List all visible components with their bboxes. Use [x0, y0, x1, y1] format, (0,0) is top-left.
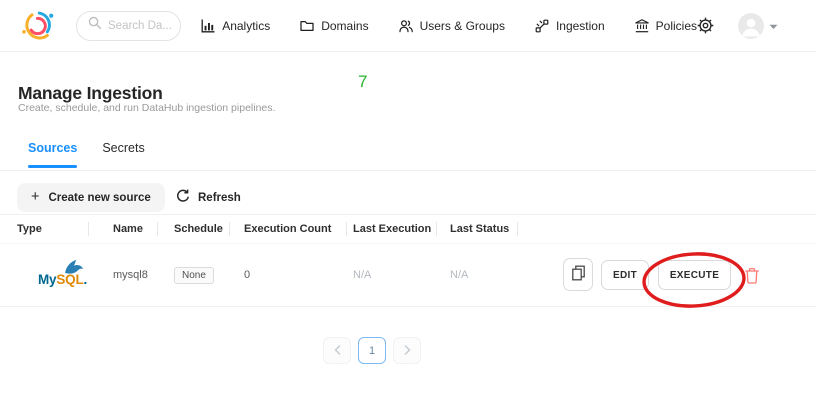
refresh-icon	[176, 189, 190, 206]
folder-icon	[300, 19, 314, 33]
search-icon	[88, 16, 102, 35]
mysql-logo: MySQL.	[38, 272, 96, 287]
pagination-next-button[interactable]	[393, 337, 421, 364]
search-bar[interactable]	[76, 11, 181, 41]
nav-item-analytics[interactable]: Analytics	[201, 19, 270, 33]
nav-item-policies[interactable]: Policies	[635, 19, 697, 33]
pagination-page-1[interactable]: 1	[358, 337, 386, 364]
settings-gear-icon[interactable]	[697, 17, 714, 34]
create-new-source-label: Create new source	[48, 192, 150, 204]
chevron-down-icon	[769, 17, 778, 35]
user-account-menu[interactable]	[738, 13, 778, 39]
column-header-last-status: Last Status	[437, 221, 518, 237]
refresh-button[interactable]: Refresh	[170, 183, 247, 212]
cell-name: mysql8	[89, 269, 158, 281]
bank-icon	[635, 19, 649, 33]
copy-icon	[571, 265, 586, 284]
mysql-dolphin-icon	[63, 258, 88, 278]
schedule-badge: None	[174, 267, 214, 284]
execute-button[interactable]: EXECUTE	[658, 260, 731, 290]
nav-item-domains[interactable]: Domains	[300, 19, 368, 33]
cell-last-execution: N/A	[347, 269, 437, 281]
column-header-last-execution: Last Execution	[347, 221, 437, 237]
pagination-prev-button[interactable]	[323, 337, 351, 364]
nav-label: Ingestion	[556, 19, 605, 33]
delete-trash-icon[interactable]	[744, 267, 760, 284]
tab-sources[interactable]: Sources	[28, 141, 77, 168]
column-header-schedule: Schedule	[158, 221, 230, 237]
page-title: Manage Ingestion	[18, 83, 163, 104]
table-row: MySQL. mysql8 None 0 N/A N/A EDIT EXECUT…	[0, 243, 816, 307]
cell-type: MySQL.	[0, 263, 89, 287]
team-icon	[399, 19, 413, 33]
column-header-name: Name	[89, 221, 158, 237]
refresh-label: Refresh	[198, 192, 241, 204]
copy-urn-button[interactable]	[563, 258, 593, 291]
chevron-right-icon	[404, 342, 411, 360]
bar-chart-icon	[201, 19, 215, 33]
main-navigation: Analytics Domains Users	[201, 19, 697, 33]
search-input[interactable]	[108, 20, 174, 32]
api-icon	[535, 19, 549, 33]
nav-label: Users & Groups	[420, 19, 505, 33]
datahub-logo-icon[interactable]	[18, 7, 56, 45]
annotation-step-number: 7	[358, 72, 367, 92]
cell-schedule: None	[158, 267, 230, 284]
user-avatar	[738, 13, 764, 39]
cell-last-status: N/A	[437, 269, 518, 281]
datahub-manage-ingestion-page: Analytics Domains Users	[0, 0, 816, 407]
tab-secrets[interactable]: Secrets	[102, 141, 144, 168]
pagination: 1	[323, 337, 421, 364]
nav-label: Analytics	[222, 19, 270, 33]
chevron-left-icon	[334, 342, 341, 360]
tabs-divider	[0, 170, 816, 171]
top-navbar: Analytics Domains Users	[0, 0, 816, 52]
create-new-source-button[interactable]: + Create new source	[17, 183, 165, 212]
column-header-type: Type	[0, 221, 89, 237]
table-header-row: Type Name Schedule Execution Count Last …	[0, 215, 816, 243]
nav-item-ingestion[interactable]: Ingestion	[535, 19, 605, 33]
edit-button[interactable]: EDIT	[601, 260, 649, 290]
navbar-right	[697, 13, 816, 39]
plus-icon: +	[31, 190, 39, 205]
ingestion-tabs: Sources Secrets	[28, 141, 145, 168]
page-subtitle: Create, schedule, and run DataHub ingest…	[18, 102, 275, 114]
cell-execution-count: 0	[230, 269, 347, 281]
nav-label: Policies	[656, 19, 697, 33]
nav-item-users-groups[interactable]: Users & Groups	[399, 19, 505, 33]
nav-label: Domains	[321, 19, 368, 33]
column-header-execution-count: Execution Count	[230, 221, 347, 237]
